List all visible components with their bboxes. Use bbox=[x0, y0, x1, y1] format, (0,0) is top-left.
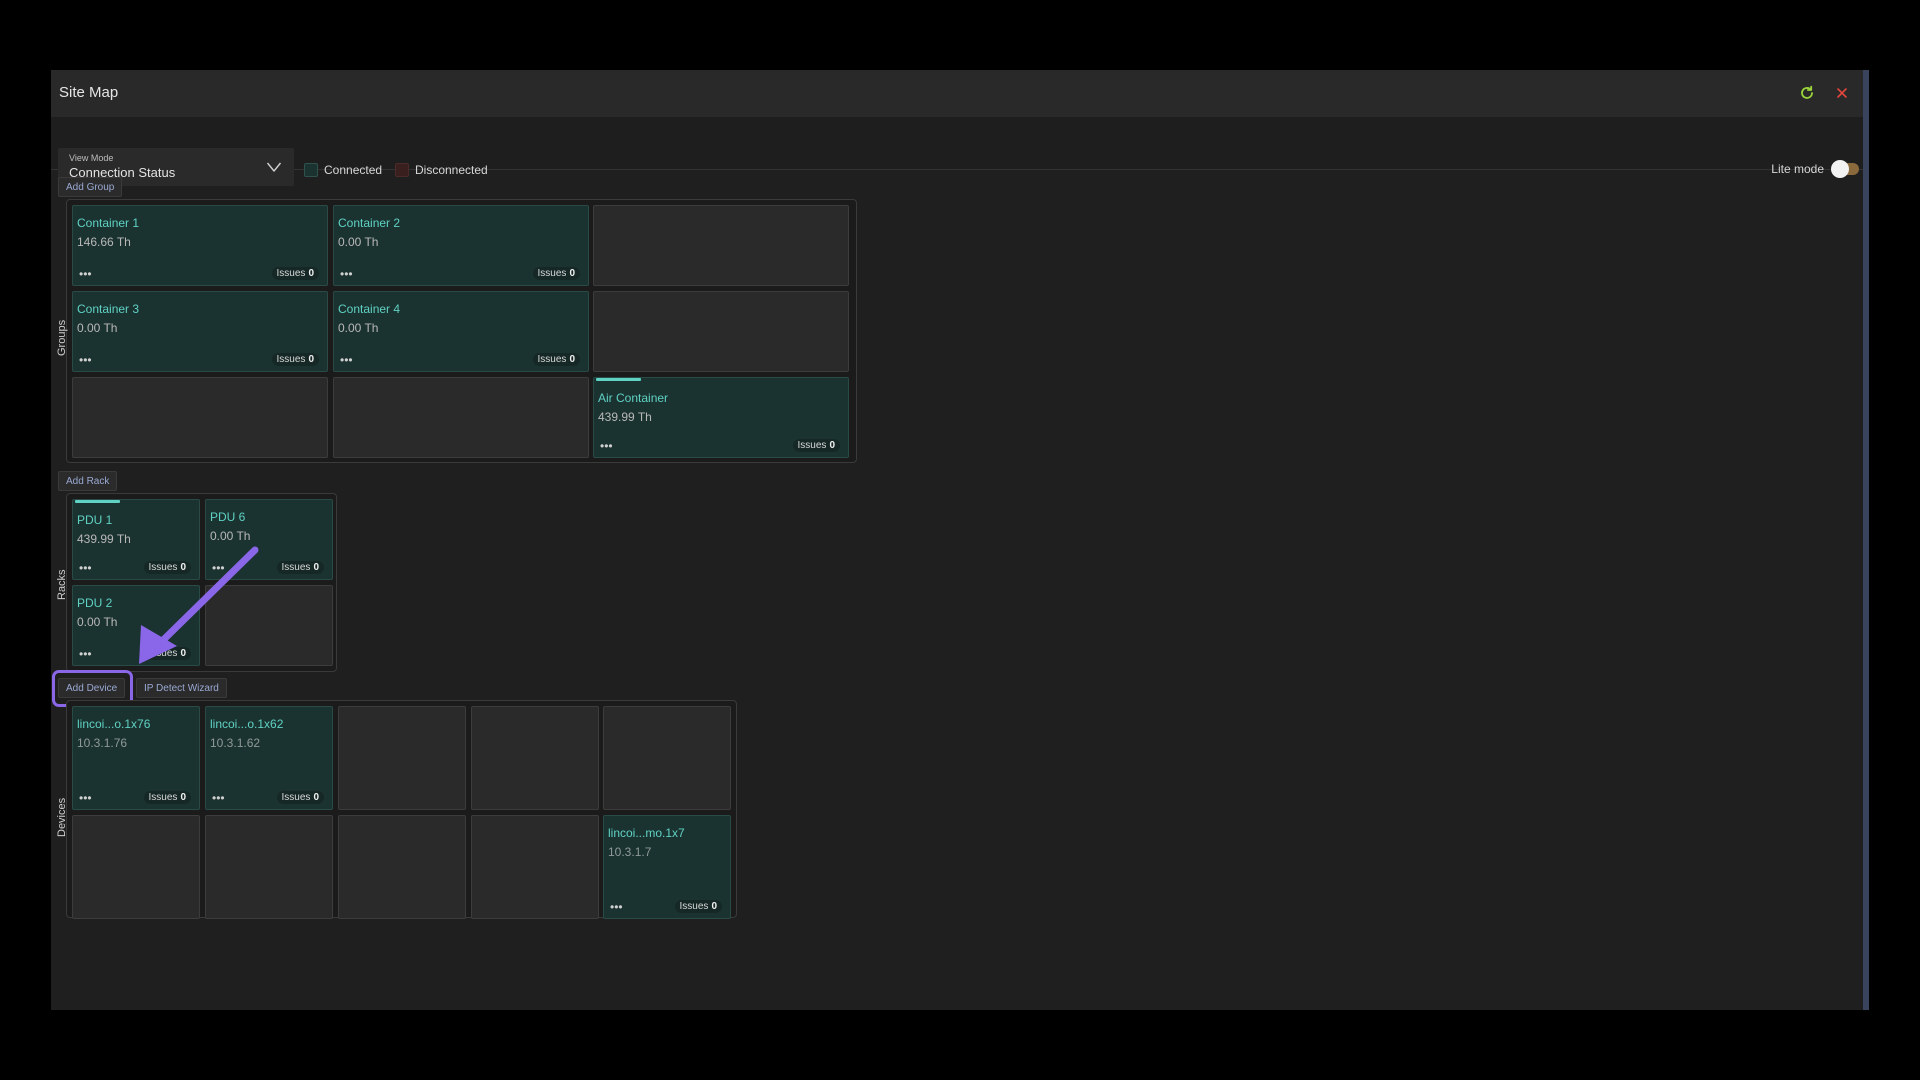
racks-label: Racks bbox=[56, 569, 68, 600]
device-slot-empty[interactable] bbox=[338, 706, 466, 810]
group-card-container-2[interactable]: Container 2 0.00 Th ••• Issues 0 bbox=[333, 205, 589, 286]
issues-badge: Issues 0 bbox=[276, 791, 324, 804]
more-icon[interactable]: ••• bbox=[79, 648, 92, 660]
card-value: 439.99 Th bbox=[77, 532, 131, 546]
rack-card-pdu-2[interactable]: PDU 2 0.00 Th ••• Issues 0 bbox=[72, 585, 200, 666]
card-name: lincoi...mo.1x7 bbox=[608, 826, 685, 840]
more-icon[interactable]: ••• bbox=[212, 792, 225, 804]
add-rack-button[interactable]: Add Rack bbox=[58, 471, 118, 491]
device-slot-empty[interactable] bbox=[205, 815, 333, 919]
card-value: 0.00 Th bbox=[338, 321, 379, 335]
group-slot-empty[interactable] bbox=[333, 377, 589, 458]
utilization-bar bbox=[75, 500, 120, 503]
device-card-1x7[interactable]: lincoi...mo.1x7 10.3.1.7 ••• Issues 0 bbox=[603, 815, 731, 919]
issues-badge: Issues 0 bbox=[532, 353, 580, 366]
more-icon[interactable]: ••• bbox=[340, 268, 353, 280]
window-title: Site Map bbox=[59, 84, 119, 101]
close-icon[interactable] bbox=[1831, 82, 1853, 104]
card-name: Air Container bbox=[598, 391, 669, 405]
card-value: 0.00 Th bbox=[77, 615, 118, 629]
device-slot-empty[interactable] bbox=[338, 815, 466, 919]
more-icon[interactable]: ••• bbox=[610, 901, 623, 913]
card-value: 0.00 Th bbox=[77, 321, 118, 335]
more-icon[interactable]: ••• bbox=[212, 562, 225, 574]
group-card-air-container[interactable]: Air Container 439.99 Th ••• Issues 0 bbox=[593, 377, 849, 458]
issues-badge: Issues 0 bbox=[271, 267, 319, 280]
more-icon[interactable]: ••• bbox=[600, 440, 613, 452]
group-card-container-1[interactable]: Container 1 146.66 Th ••• Issues 0 bbox=[72, 205, 328, 286]
more-icon[interactable]: ••• bbox=[79, 792, 92, 804]
more-icon[interactable]: ••• bbox=[79, 562, 92, 574]
legend-disconnected-label: Disconnected bbox=[415, 163, 488, 177]
add-device-button[interactable]: Add Device bbox=[58, 678, 126, 698]
device-slot-empty[interactable] bbox=[471, 706, 599, 810]
utilization-bar bbox=[596, 378, 641, 381]
lite-mode: Lite mode bbox=[1771, 160, 1859, 178]
rack-slot-empty[interactable] bbox=[205, 585, 333, 666]
card-value: 10.3.1.62 bbox=[210, 736, 261, 750]
legend-connected: Connected bbox=[304, 163, 382, 177]
groups-label: Groups bbox=[56, 319, 68, 356]
ip-detect-wizard-button[interactable]: IP Detect Wizard bbox=[136, 678, 227, 698]
group-card-container-3[interactable]: Container 3 0.00 Th ••• Issues 0 bbox=[72, 291, 328, 372]
issues-badge: Issues 0 bbox=[143, 647, 191, 660]
add-group-button[interactable]: Add Group bbox=[58, 177, 123, 197]
card-value: 0.00 Th bbox=[210, 529, 251, 543]
device-slot-empty[interactable] bbox=[471, 815, 599, 919]
lite-mode-toggle[interactable] bbox=[1831, 160, 1859, 178]
device-card-1x76[interactable]: lincoi...o.1x76 10.3.1.76 ••• Issues 0 bbox=[72, 706, 200, 810]
legend-connected-label: Connected bbox=[324, 163, 383, 177]
device-slot-empty[interactable] bbox=[72, 815, 200, 919]
lite-mode-label: Lite mode bbox=[1771, 162, 1824, 176]
connected-swatch bbox=[304, 163, 318, 177]
card-name: lincoi...o.1x62 bbox=[210, 717, 284, 731]
toggle-knob bbox=[1831, 160, 1849, 178]
card-value: 10.3.1.7 bbox=[608, 845, 652, 859]
issues-badge: Issues 0 bbox=[143, 791, 191, 804]
issues-badge: Issues 0 bbox=[792, 439, 840, 452]
group-slot-empty[interactable] bbox=[72, 377, 328, 458]
card-name: lincoi...o.1x76 bbox=[77, 717, 151, 731]
device-slot-empty[interactable] bbox=[603, 706, 731, 810]
card-name: Container 4 bbox=[338, 302, 401, 316]
card-name: Container 2 bbox=[338, 216, 401, 230]
rack-card-pdu-1[interactable]: PDU 1 439.99 Th ••• Issues 0 bbox=[72, 499, 200, 580]
card-name: PDU 6 bbox=[210, 510, 246, 524]
chevron-down-icon bbox=[266, 160, 282, 178]
group-slot-empty[interactable] bbox=[593, 291, 849, 372]
view-mode-label: View Mode bbox=[69, 153, 114, 163]
card-name: PDU 2 bbox=[77, 596, 113, 610]
group-slot-empty[interactable] bbox=[593, 205, 849, 286]
card-name: PDU 1 bbox=[77, 513, 113, 527]
card-name: Container 1 bbox=[77, 216, 140, 230]
issues-badge: Issues 0 bbox=[276, 561, 324, 574]
legend-disconnected: Disconnected bbox=[395, 163, 488, 177]
issues-badge: Issues 0 bbox=[143, 561, 191, 574]
rack-card-pdu-6[interactable]: PDU 6 0.00 Th ••• Issues 0 bbox=[205, 499, 333, 580]
card-value: 10.3.1.76 bbox=[77, 736, 128, 750]
card-value: 439.99 Th bbox=[598, 410, 652, 424]
card-value: 0.00 Th bbox=[338, 235, 379, 249]
device-card-1x62[interactable]: lincoi...o.1x62 10.3.1.62 ••• Issues 0 bbox=[205, 706, 333, 810]
issues-badge: Issues 0 bbox=[674, 900, 722, 913]
card-name: Container 3 bbox=[77, 302, 140, 316]
more-icon[interactable]: ••• bbox=[79, 354, 92, 366]
more-icon[interactable]: ••• bbox=[340, 354, 353, 366]
issues-badge: Issues 0 bbox=[532, 267, 580, 280]
more-icon[interactable]: ••• bbox=[79, 268, 92, 280]
devices-label: Devices bbox=[56, 797, 68, 837]
scrollbar[interactable] bbox=[1863, 70, 1869, 1010]
issues-badge: Issues 0 bbox=[271, 353, 319, 366]
disconnected-swatch bbox=[395, 163, 409, 177]
title-bar: Site Map bbox=[51, 70, 1869, 117]
site-map-window: Site Map View Mode Connection Status Con… bbox=[51, 70, 1869, 1010]
group-card-container-4[interactable]: Container 4 0.00 Th ••• Issues 0 bbox=[333, 291, 589, 372]
refresh-icon[interactable] bbox=[1796, 82, 1818, 104]
card-value: 146.66 Th bbox=[77, 235, 131, 249]
